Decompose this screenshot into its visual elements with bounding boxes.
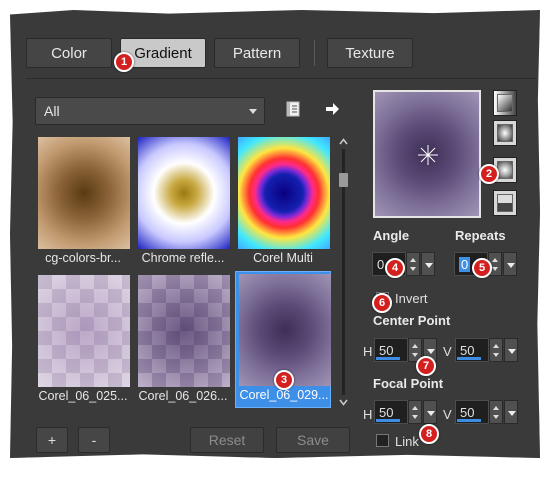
callout-badge: 1 (114, 52, 134, 72)
scroll-thumb[interactable] (339, 173, 348, 187)
angle-stepper[interactable] (406, 252, 420, 276)
gradient-swatch-grid: cg-colors-br... Chrome refle... Corel Mu… (35, 135, 335, 410)
remove-button[interactable]: - (78, 427, 110, 453)
chevron-down-icon (249, 109, 257, 114)
focal-h-label: H (363, 407, 373, 422)
save-button[interactable]: Save (276, 427, 350, 453)
callout-badge: 8 (419, 424, 439, 444)
center-h-slider[interactable] (376, 357, 400, 360)
focal-v-slider[interactable] (457, 419, 481, 422)
focal-h-stepper[interactable] (408, 400, 422, 424)
tab-separator (314, 40, 315, 66)
swatch-thumbnail (38, 137, 130, 249)
rectangular-gradient-icon (497, 124, 513, 142)
center-crosshair-icon[interactable] (417, 144, 439, 166)
tab-texture[interactable]: Texture (327, 38, 413, 68)
repeats-label: Repeats (455, 228, 506, 243)
gradient-swatch[interactable]: Corel_06_025... (35, 273, 131, 408)
callout-badge: 6 (372, 293, 392, 313)
swatch-scrollbar[interactable] (337, 135, 350, 410)
focal-h-dropdown[interactable] (423, 400, 437, 424)
angle-dropdown[interactable] (421, 252, 435, 276)
category-dropdown-value: All (44, 103, 60, 119)
tab-color[interactable]: Color (26, 38, 112, 68)
swatch-label: Chrome refle... (141, 251, 225, 265)
repeats-value: 0 (459, 256, 471, 272)
swatch-thumbnail (138, 137, 230, 249)
focal-h-slider[interactable] (376, 419, 400, 422)
focal-v-stepper[interactable] (489, 400, 503, 424)
swatch-thumbnail (38, 275, 130, 387)
swatch-label: Corel Multi (253, 251, 313, 265)
focal-point-label: Focal Point (373, 376, 444, 391)
tab-pattern[interactable]: Pattern (214, 38, 300, 68)
gradient-swatch[interactable]: Corel Multi (235, 135, 331, 270)
callout-badge: 3 (274, 370, 294, 390)
center-v-slider[interactable] (457, 357, 481, 360)
swatch-thumbnail (238, 137, 330, 249)
scroll-up-icon[interactable] (339, 138, 348, 145)
gradient-swatch[interactable]: Corel_06_026... (135, 273, 231, 408)
gradient-swatch[interactable]: cg-colors-br... (35, 135, 131, 270)
reset-button[interactable]: Reset (190, 427, 264, 453)
center-v-label: V (443, 344, 452, 359)
linear-gradient-button[interactable] (493, 90, 517, 116)
category-dropdown[interactable]: All (35, 97, 265, 125)
swatch-label: Corel_06_029... (239, 388, 329, 402)
rectangular-gradient-button[interactable] (493, 120, 517, 146)
invert-label: Invert (395, 291, 428, 306)
linear-gradient-icon (497, 94, 513, 112)
tab-divider (26, 78, 536, 79)
scroll-down-icon[interactable] (339, 399, 348, 406)
callout-badge: 2 (479, 164, 499, 184)
swatch-label: Corel_06_025... (38, 389, 128, 403)
gradient-swatch[interactable]: Chrome refle... (135, 135, 231, 270)
center-h-label: H (363, 344, 373, 359)
radial-gradient-icon (497, 161, 513, 179)
callout-badge: 7 (416, 356, 436, 376)
link-label: Link (395, 434, 419, 449)
center-point-label: Center Point (373, 313, 451, 328)
repeats-dropdown[interactable] (503, 252, 517, 276)
angle-label: Angle (373, 228, 410, 243)
gradient-preview[interactable] (373, 90, 481, 218)
material-library-icon[interactable] (284, 100, 302, 118)
swatch-label: cg-colors-br... (45, 251, 121, 265)
focal-v-dropdown[interactable] (504, 400, 518, 424)
sunburst-gradient-button[interactable] (493, 190, 517, 216)
add-button[interactable]: + (36, 427, 68, 453)
center-v-stepper[interactable] (489, 338, 503, 362)
arrow-right-icon[interactable] (323, 100, 341, 118)
swatch-label: Corel_06_026... (138, 389, 228, 403)
focal-v-label: V (443, 407, 452, 422)
callout-badge: 5 (472, 258, 492, 278)
swatch-thumbnail (138, 275, 230, 387)
link-checkbox[interactable] (376, 434, 389, 447)
sunburst-gradient-icon (497, 194, 513, 212)
callout-badge: 4 (385, 258, 405, 278)
center-v-dropdown[interactable] (504, 338, 518, 362)
